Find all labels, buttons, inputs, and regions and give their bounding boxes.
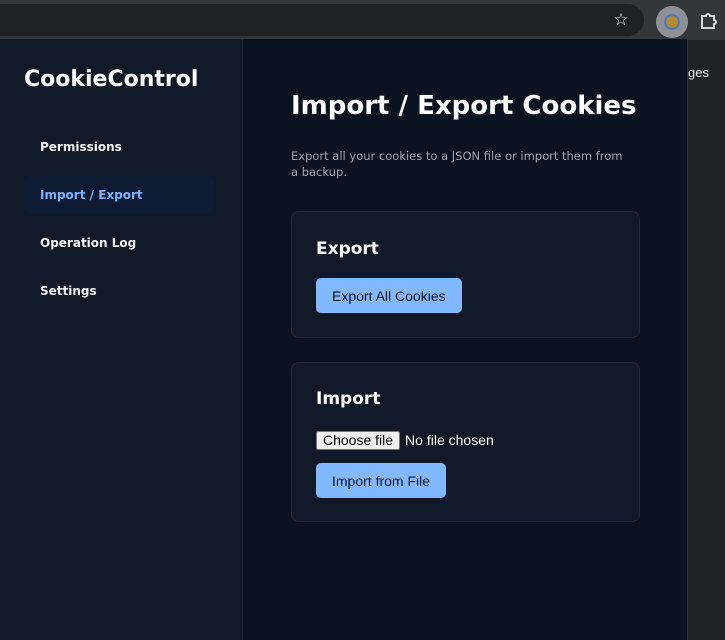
file-status: No file chosen bbox=[405, 432, 494, 448]
brand-title: CookieControl bbox=[24, 67, 199, 92]
extension-icon[interactable] bbox=[656, 6, 688, 38]
sidebar-item-import-export[interactable]: Import / Export bbox=[24, 176, 214, 214]
main-content: Import / Export Cookies Export all your … bbox=[243, 39, 688, 640]
extension-popup: CookieControl Permissions Import / Expor… bbox=[0, 39, 688, 640]
sidebar: CookieControl Permissions Import / Expor… bbox=[0, 39, 243, 640]
choose-file-button[interactable]: Choose file bbox=[316, 430, 401, 450]
file-input[interactable]: Choose file No file chosen bbox=[316, 430, 494, 450]
export-all-cookies-button[interactable]: Export All Cookies bbox=[316, 278, 462, 313]
export-title: Export bbox=[316, 239, 379, 259]
background-page bbox=[688, 40, 725, 640]
export-card: Export Export All Cookies bbox=[291, 211, 640, 338]
import-title: Import bbox=[316, 389, 381, 409]
page-title: Import / Export Cookies bbox=[291, 91, 637, 121]
sidebar-item-operation-log[interactable]: Operation Log bbox=[24, 224, 214, 262]
sidebar-item-settings[interactable]: Settings bbox=[24, 272, 214, 310]
star-icon[interactable]: ☆ bbox=[611, 10, 631, 30]
extension-logo-icon bbox=[664, 14, 680, 30]
browser-toolbar: ☆ bbox=[0, 0, 725, 40]
sidebar-item-permissions[interactable]: Permissions bbox=[24, 128, 214, 166]
page-description: Export all your cookies to a JSON file o… bbox=[291, 149, 623, 179]
import-from-file-button[interactable]: Import from File bbox=[316, 463, 447, 498]
import-card: Import Choose file No file chosen Import… bbox=[291, 362, 640, 522]
puzzle-icon[interactable] bbox=[697, 9, 721, 31]
address-bar[interactable] bbox=[0, 4, 644, 36]
background-page-text: ges bbox=[688, 65, 709, 80]
